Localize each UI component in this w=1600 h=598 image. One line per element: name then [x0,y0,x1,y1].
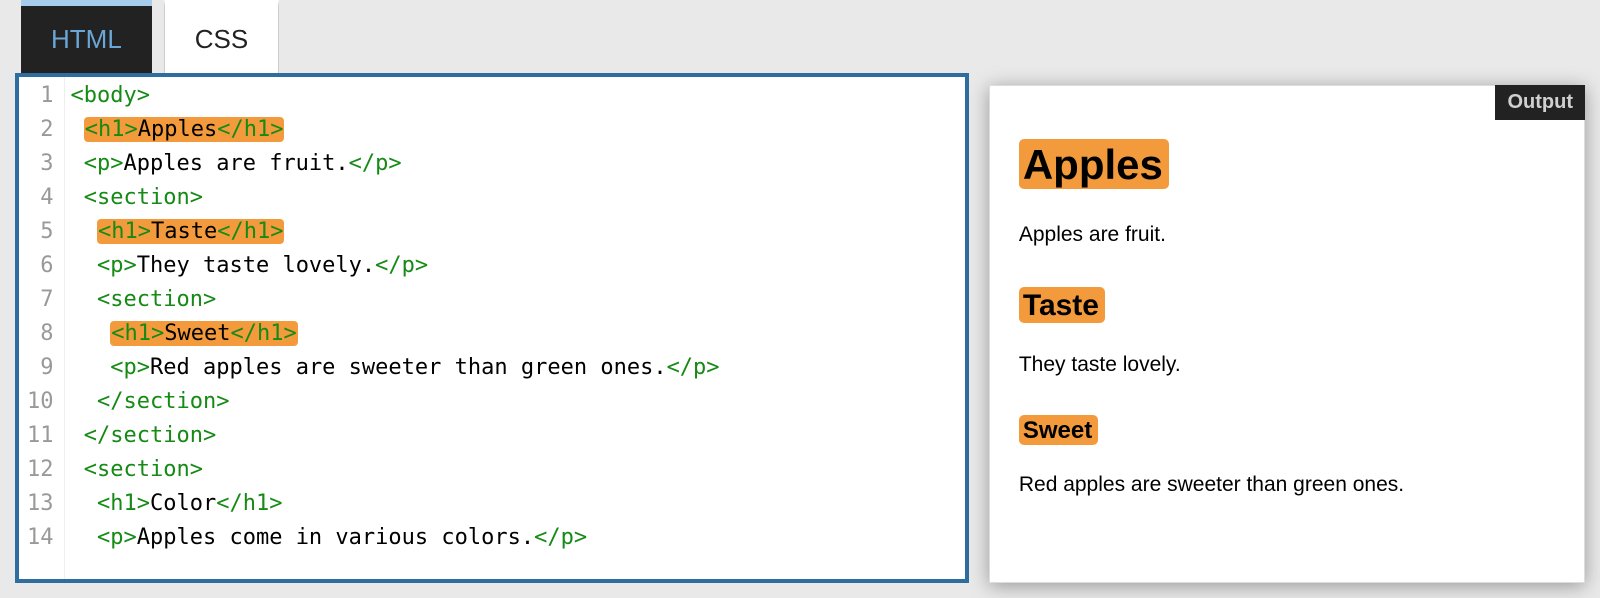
line-number: 9 [27,351,54,385]
code-tag: <h1> [97,491,150,516]
line-number: 8 [27,317,54,351]
output-pane: Output Apples Apples are fruit. Taste Th… [989,0,1585,583]
output-panel: Output Apples Apples are fruit. Taste Th… [989,85,1585,583]
line-number: 7 [27,283,54,317]
code-tag: </p> [375,253,428,278]
code-indent [71,525,98,550]
workspace: HTML CSS 1234567891011121314 <body> <h1>… [0,0,1600,598]
code-tag: </h1> [230,321,296,346]
code-tag: <body> [71,83,150,108]
code-text: Apples are fruit. [124,151,349,176]
code-indent [71,321,111,346]
output-body: Apples Apples are fruit. Taste They tast… [1019,113,1555,497]
code-indent [71,423,84,448]
code-line[interactable]: <body> [71,79,959,113]
line-number: 2 [27,113,54,147]
output-p2: They taste lovely. [1019,353,1555,377]
editor-pane: HTML CSS 1234567891011121314 <body> <h1>… [15,0,969,583]
line-number: 6 [27,249,54,283]
code-editor[interactable]: 1234567891011121314 <body> <h1>Apples</h… [15,73,969,583]
code-line[interactable]: <p>Red apples are sweeter than green one… [71,351,959,385]
code-line[interactable]: <h1>Apples</h1> [71,113,959,147]
line-gutter: 1234567891011121314 [19,77,65,579]
output-p3: Red apples are sweeter than green ones. [1019,473,1555,497]
code-tag: <p> [97,253,137,278]
code-line[interactable]: <section> [71,283,959,317]
code-text: Apples come in various colors. [137,525,534,550]
line-number: 4 [27,181,54,215]
code-line[interactable]: </section> [71,385,959,419]
output-label: Output [1495,85,1585,120]
code-indent [71,151,84,176]
code-tag: </h1> [217,219,283,244]
code-tag: <p> [97,525,137,550]
code-indent [71,117,84,142]
code-tag: </section> [84,423,216,448]
highlighted-h1: <h1>Sweet</h1> [110,321,297,346]
line-number: 13 [27,487,54,521]
highlighted-h1: <h1>Taste</h1> [97,219,284,244]
code-line[interactable]: <p>They taste lovely.</p> [71,249,959,283]
code-indent [71,219,98,244]
code-content[interactable]: <body> <h1>Apples</h1> <p>Apples are fru… [65,77,965,579]
output-h1-apples: Apples [1019,139,1169,189]
code-tag: </p> [534,525,587,550]
code-tag: <p> [84,151,124,176]
code-tag: </p> [349,151,402,176]
code-text: Taste [151,219,217,244]
code-text: Color [150,491,216,516]
line-number: 10 [27,385,54,419]
line-number: 11 [27,419,54,453]
code-indent [71,287,98,312]
code-line[interactable]: <p>Apples come in various colors.</p> [71,521,959,555]
tab-html[interactable]: HTML [21,0,152,73]
code-line[interactable]: </section> [71,419,959,453]
code-tag: <h1> [111,321,164,346]
code-indent [71,253,98,278]
code-text: Apples [138,117,217,142]
line-number: 14 [27,521,54,555]
line-number: 1 [27,79,54,113]
output-h3-sweet: Sweet [1019,415,1098,445]
code-tag: </p> [667,355,720,380]
code-text: They taste lovely. [137,253,375,278]
code-line[interactable]: <h1>Taste</h1> [71,215,959,249]
code-tag: </h1> [216,491,282,516]
code-line[interactable]: <h1>Sweet</h1> [71,317,959,351]
code-text: Sweet [164,321,230,346]
code-line[interactable]: <p>Apples are fruit.</p> [71,147,959,181]
code-tag: <h1> [85,117,138,142]
line-number: 12 [27,453,54,487]
editor-tabs: HTML CSS [15,0,969,73]
code-tag: <h1> [98,219,151,244]
code-tag: <section> [84,457,203,482]
line-number: 5 [27,215,54,249]
code-tag: <section> [84,185,203,210]
output-h2-taste: Taste [1019,287,1105,323]
code-indent [71,185,84,210]
code-line[interactable]: <section> [71,453,959,487]
code-line[interactable]: <section> [71,181,959,215]
code-indent [71,355,111,380]
code-indent [71,457,84,482]
tab-css[interactable]: CSS [164,0,279,73]
code-tag: </h1> [217,117,283,142]
code-line[interactable]: <h1>Color</h1> [71,487,959,521]
code-tag: <section> [97,287,216,312]
code-indent [71,389,98,414]
highlighted-h1: <h1>Apples</h1> [84,117,285,142]
code-indent [71,491,98,516]
line-number: 3 [27,147,54,181]
code-text: Red apples are sweeter than green ones. [150,355,667,380]
code-tag: </section> [97,389,229,414]
output-p1: Apples are fruit. [1019,223,1555,247]
code-tag: <p> [110,355,150,380]
